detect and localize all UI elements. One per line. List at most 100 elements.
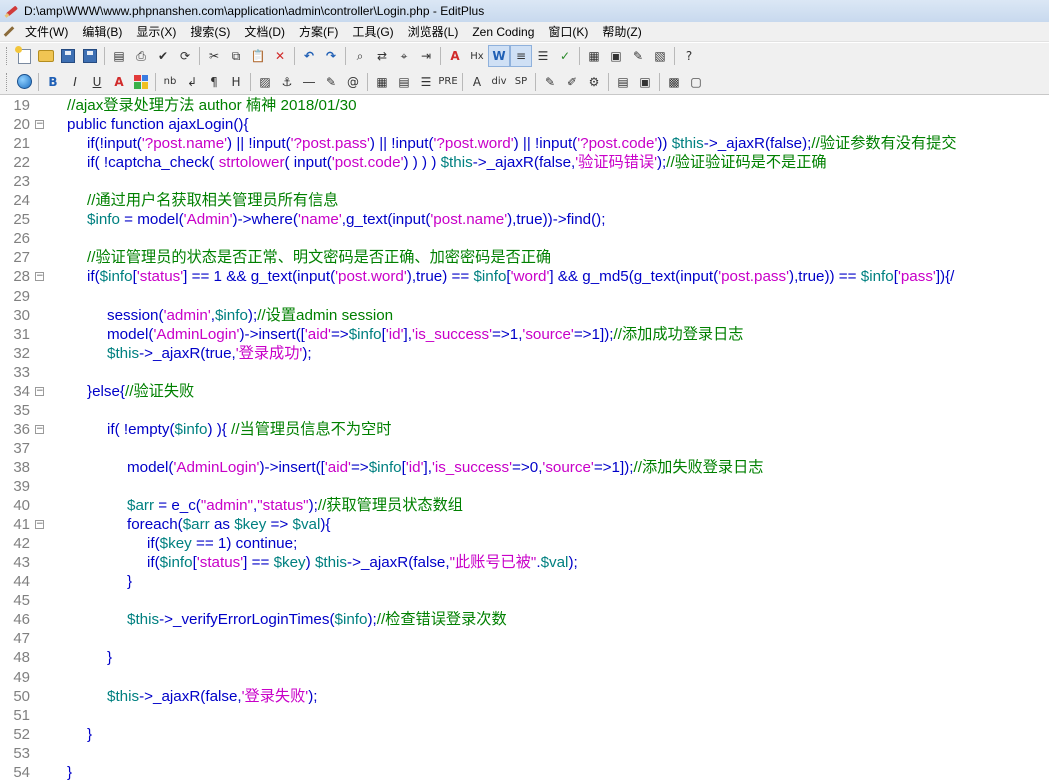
- help-pointer-icon[interactable]: ?: [678, 45, 700, 67]
- nobr-icon[interactable]: nb: [159, 71, 181, 93]
- code-line[interactable]: 41− foreach($arr as $key => $val){: [0, 515, 1049, 534]
- menu-item[interactable]: 浏览器(L): [401, 23, 466, 41]
- code-line[interactable]: 19 //ajax登录处理方法 author 楠神 2018/01/30: [0, 96, 1049, 115]
- clip-text-icon[interactable]: ▣: [605, 45, 627, 67]
- center-icon[interactable]: ☰: [415, 71, 437, 93]
- underline-icon[interactable]: U: [86, 71, 108, 93]
- code-line[interactable]: 34−}else{//验证失败: [0, 382, 1049, 401]
- save-icon[interactable]: [57, 45, 79, 67]
- pre-icon[interactable]: PRE: [437, 71, 459, 93]
- code-line[interactable]: 23: [0, 172, 1049, 191]
- color-picker-icon[interactable]: ▩: [663, 71, 685, 93]
- line-number-icon[interactable]: ≡: [510, 45, 532, 67]
- code-line[interactable]: 20− public function ajaxLogin(){: [0, 115, 1049, 134]
- code-line[interactable]: 26: [0, 229, 1049, 248]
- window-icon[interactable]: ▢: [685, 71, 707, 93]
- browser-view-icon[interactable]: ⟳: [174, 45, 196, 67]
- fold-toggle-icon[interactable]: −: [35, 520, 44, 530]
- code-line[interactable]: 32 $this->_ajaxR(true,'登录成功');: [0, 344, 1049, 363]
- span-icon[interactable]: SP: [510, 71, 532, 93]
- code-line[interactable]: 48}: [0, 648, 1049, 667]
- paste-icon[interactable]: 📋: [247, 45, 269, 67]
- code-line[interactable]: 44}: [0, 572, 1049, 591]
- code-line[interactable]: 28− if($info['status'] == 1 && g_text(inp…: [0, 267, 1049, 286]
- code-line[interactable]: 45: [0, 591, 1049, 610]
- code-line[interactable]: 35: [0, 401, 1049, 420]
- code-line[interactable]: 36− if( !empty($info) ){ //当管理员信息不为空时: [0, 420, 1049, 439]
- html-toolbar-icon[interactable]: ▤: [612, 71, 634, 93]
- code-line[interactable]: 50 $this->_ajaxR(false,'登录失败');: [0, 687, 1049, 706]
- code-line[interactable]: 52}: [0, 725, 1049, 744]
- italic-icon[interactable]: I: [64, 71, 86, 93]
- print-icon[interactable]: ⎙: [130, 45, 152, 67]
- toolbar-grip[interactable]: [6, 72, 9, 91]
- menu-item[interactable]: 文档(D): [237, 23, 292, 41]
- spell-check-toggle-icon[interactable]: ✓: [554, 45, 576, 67]
- highlight-icon[interactable]: ✐: [561, 71, 583, 93]
- anchor-icon[interactable]: ⚓: [276, 71, 298, 93]
- menu-item[interactable]: Zen Coding: [465, 23, 541, 41]
- color-palette-icon[interactable]: [130, 71, 152, 93]
- table-icon[interactable]: ▦: [371, 71, 393, 93]
- menu-item[interactable]: 方案(F): [292, 23, 345, 41]
- redo-icon[interactable]: ↷: [320, 45, 342, 67]
- paragraph-icon[interactable]: ¶: [203, 71, 225, 93]
- menu-item[interactable]: 工具(G): [345, 23, 400, 41]
- ruler-icon[interactable]: ☰: [532, 45, 554, 67]
- save-all-icon[interactable]: [79, 45, 101, 67]
- horizontal-rule-icon[interactable]: ―: [298, 71, 320, 93]
- edit-html-icon[interactable]: ✎: [539, 71, 561, 93]
- font-color-icon[interactable]: A: [108, 71, 130, 93]
- font-icon[interactable]: A: [444, 45, 466, 67]
- undo-icon[interactable]: ↶: [298, 45, 320, 67]
- code-line[interactable]: 54}: [0, 763, 1049, 781]
- new-file-icon[interactable]: [13, 45, 35, 67]
- fold-toggle-icon[interactable]: −: [35, 386, 44, 396]
- form-icon[interactable]: ▤: [393, 71, 415, 93]
- code-line[interactable]: 22 if( !captcha_check( strtolower( input(…: [0, 153, 1049, 172]
- scripts-icon[interactable]: ⚙: [583, 71, 605, 93]
- code-line[interactable]: 30 session('admin',$info);//设置admin sessi…: [0, 306, 1049, 325]
- code-line[interactable]: 27 //验证管理员的状态是否正常、明文密码是否正确、加密密码是否正确: [0, 248, 1049, 267]
- copy-icon[interactable]: ⧉: [225, 45, 247, 67]
- menu-item[interactable]: 帮助(Z): [595, 23, 648, 41]
- toolbar-grip[interactable]: [6, 47, 9, 65]
- cut-icon[interactable]: ✂: [203, 45, 225, 67]
- code-line[interactable]: 38 model('AdminLogin')->insert(['aid'=>$i…: [0, 458, 1049, 477]
- code-line[interactable]: 31 model('AdminLogin')->insert(['aid'=>$i…: [0, 325, 1049, 344]
- directory-window-icon[interactable]: ▧: [649, 45, 671, 67]
- replace-icon[interactable]: ⇄: [371, 45, 393, 67]
- menu-item[interactable]: 窗口(K): [541, 23, 595, 41]
- pencil-icon[interactable]: ✎: [320, 71, 342, 93]
- code-line[interactable]: 43 if($info['status'] == $key) $this->_aj…: [0, 553, 1049, 572]
- menu-item[interactable]: 文件(W): [18, 23, 75, 41]
- div-icon[interactable]: div: [488, 71, 510, 93]
- code-line[interactable]: 29: [0, 287, 1049, 306]
- hex-icon[interactable]: Hx: [466, 45, 488, 67]
- go-to-line-icon[interactable]: ⇥: [415, 45, 437, 67]
- code-line[interactable]: 25 $info = model('Admin')->where('name',g…: [0, 210, 1049, 229]
- fold-toggle-icon[interactable]: −: [35, 120, 44, 130]
- bold-icon[interactable]: B: [42, 71, 64, 93]
- menu-item[interactable]: 显示(X): [129, 23, 183, 41]
- cliptext-edit-icon[interactable]: ✎: [627, 45, 649, 67]
- menu-item[interactable]: 搜索(S): [183, 23, 237, 41]
- code-line[interactable]: 21 if(!input('?post.name') || !input('?po…: [0, 134, 1049, 153]
- spell-check-icon[interactable]: ✔: [152, 45, 174, 67]
- code-line[interactable]: 42 if($key == 1) continue;: [0, 534, 1049, 553]
- code-line[interactable]: 49: [0, 668, 1049, 687]
- word-wrap-icon[interactable]: W: [488, 45, 510, 67]
- line-break-icon[interactable]: ↲: [181, 71, 203, 93]
- find-icon[interactable]: ⌕: [349, 45, 371, 67]
- image-icon[interactable]: ▨: [254, 71, 276, 93]
- char-icon[interactable]: A: [466, 71, 488, 93]
- code-line[interactable]: 33: [0, 363, 1049, 382]
- comment-icon[interactable]: @: [342, 71, 364, 93]
- fold-toggle-icon[interactable]: −: [35, 424, 44, 434]
- find-in-files-icon[interactable]: ⌖: [393, 45, 415, 67]
- delete-icon[interactable]: ✕: [269, 45, 291, 67]
- html-toolbar2-icon[interactable]: ▣: [634, 71, 656, 93]
- code-editor[interactable]: 19//ajax登录处理方法 author 楠神 2018/01/30 20− pu…: [0, 96, 1049, 781]
- output-window-icon[interactable]: ▦: [583, 45, 605, 67]
- code-line[interactable]: 24 //通过用户名获取相关管理员所有信息: [0, 191, 1049, 210]
